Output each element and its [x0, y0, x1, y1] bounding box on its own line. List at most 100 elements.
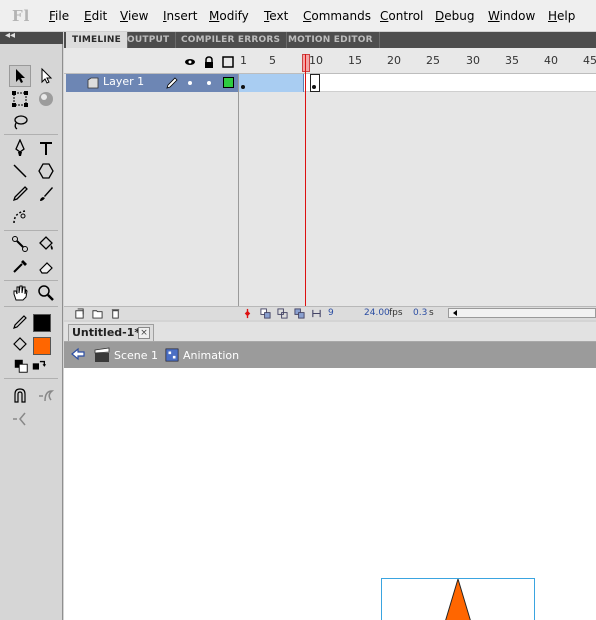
scroll-left-icon[interactable]	[451, 309, 459, 317]
stroke-color-tool[interactable]	[9, 311, 31, 333]
magnet-icon	[14, 388, 26, 403]
onion-skin-icon[interactable]	[260, 308, 271, 319]
transform-icon	[12, 91, 28, 107]
timeline-scrollbar[interactable]	[448, 308, 596, 318]
lock-dot[interactable]	[207, 81, 211, 85]
fill-color-tool[interactable]	[9, 334, 31, 356]
new-layer-icon[interactable]	[74, 308, 85, 319]
stroke-color-swatch[interactable]	[33, 314, 51, 332]
frame-rate-unit: fps	[389, 308, 403, 318]
hand-icon	[13, 285, 28, 301]
brush-tool[interactable]	[35, 183, 57, 205]
menu-window[interactable]: Window	[488, 9, 535, 23]
onion-skin-outlines-icon[interactable]	[277, 308, 288, 319]
outline-icon[interactable]	[222, 56, 234, 68]
edit-multiple-frames-icon[interactable]	[294, 308, 305, 319]
black-white-icon	[14, 359, 28, 373]
center-frame-icon[interactable]	[242, 308, 253, 319]
lasso-tool[interactable]	[9, 111, 31, 133]
paint-bucket-tool[interactable]	[35, 233, 57, 255]
black-white-tool[interactable]	[13, 358, 29, 374]
trash-icon[interactable]	[110, 308, 121, 319]
tools-panel-header[interactable]: ◂◂	[0, 30, 63, 44]
eraser-icon	[39, 262, 53, 274]
menu-file[interactable]: File	[49, 9, 69, 23]
subselection-tool[interactable]	[35, 65, 57, 87]
lasso-icon	[14, 115, 28, 130]
ruler-label: 10	[309, 54, 323, 67]
polystar-tool[interactable]	[35, 160, 57, 182]
deco-icon	[13, 210, 26, 224]
selected-symbol-bounds[interactable]	[381, 578, 535, 620]
playhead-line	[305, 54, 306, 318]
menu-edit[interactable]: Edit	[84, 9, 107, 23]
frame-rate[interactable]: 24.00	[364, 308, 390, 318]
current-frame[interactable]: 9	[328, 308, 334, 318]
text-t-icon	[40, 142, 52, 155]
bone-tool[interactable]	[9, 233, 31, 255]
tool-separator	[4, 280, 58, 281]
close-document-icon[interactable]: ×	[138, 327, 150, 339]
menu-help[interactable]: Help	[548, 9, 575, 23]
pencil-tool[interactable]	[9, 183, 31, 205]
straighten-tool[interactable]	[9, 408, 31, 430]
paint-bucket-icon	[39, 236, 53, 250]
smooth-tool[interactable]	[35, 385, 57, 407]
eraser-tool[interactable]	[35, 256, 57, 278]
free-transform-tool[interactable]	[9, 88, 31, 110]
ruler-label: 15	[348, 54, 362, 67]
3d-rotation-tool[interactable]	[35, 88, 57, 110]
collapse-icon[interactable]: ◂◂	[5, 30, 15, 41]
zoom-tool[interactable]	[35, 282, 57, 304]
lock-icon[interactable]	[203, 56, 215, 68]
back-arrow-icon[interactable]	[70, 346, 86, 362]
new-folder-icon[interactable]	[92, 308, 103, 319]
line-tool[interactable]	[9, 160, 31, 182]
layer-icon	[87, 77, 99, 89]
tab-output[interactable]: OUTPUT	[121, 32, 177, 48]
menu-debug[interactable]: Debug	[435, 9, 474, 23]
outline-color-box[interactable]	[223, 77, 234, 88]
ruler-label: 45	[583, 54, 596, 67]
bone-icon	[12, 236, 28, 252]
selection-tool[interactable]	[9, 65, 31, 87]
eye-icon[interactable]	[184, 56, 196, 68]
elapsed-time[interactable]: 0.3	[413, 308, 427, 318]
snap-to-objects-tool[interactable]	[9, 385, 31, 407]
modify-markers-icon[interactable]	[311, 308, 322, 319]
ruler-label: 35	[505, 54, 519, 67]
fill-color-swatch[interactable]	[33, 337, 51, 355]
smooth-icon	[39, 390, 55, 402]
layer-row[interactable]: Layer 1	[66, 74, 238, 92]
menu-view[interactable]: View	[120, 9, 148, 23]
breadcrumb-symbol[interactable]: Animation	[165, 346, 239, 364]
layer-frame-divider	[238, 74, 239, 306]
playhead-handle[interactable]	[302, 54, 310, 72]
menu-insert[interactable]: Insert	[163, 9, 197, 23]
pen-tool[interactable]	[9, 137, 31, 159]
deco-tool[interactable]	[9, 206, 31, 228]
hand-tool[interactable]	[9, 282, 31, 304]
document-title: Untitled-1*	[72, 326, 141, 339]
frame-span-selected[interactable]	[239, 74, 304, 92]
visibility-dot[interactable]	[188, 81, 192, 85]
tab-timeline[interactable]: TIMELINE	[66, 32, 128, 48]
menu-text[interactable]: Text	[264, 9, 288, 23]
timeline-body	[64, 74, 596, 306]
tools-panel: ◂◂	[0, 30, 63, 620]
eyedropper-tool[interactable]	[9, 256, 31, 278]
orange-triangle-shape[interactable]	[382, 579, 534, 620]
menu-modify[interactable]: Modify	[209, 9, 249, 23]
tab-compiler-errors[interactable]: COMPILER ERRORS	[175, 32, 288, 48]
swap-colors-tool[interactable]	[31, 358, 47, 374]
fill-bucket-icon	[13, 337, 27, 351]
menu-control[interactable]: Control	[380, 9, 423, 23]
tab-motion-editor[interactable]: MOTION EDITOR	[282, 32, 380, 48]
document-tab[interactable]: Untitled-1* ×	[68, 324, 154, 341]
elapsed-time-unit: s	[429, 308, 434, 318]
breadcrumb-scene[interactable]: Scene 1	[94, 346, 158, 364]
polygon-icon	[38, 163, 54, 179]
keyframe-block[interactable]	[310, 74, 320, 92]
text-tool[interactable]	[35, 137, 57, 159]
menu-commands[interactable]: Commands	[303, 9, 371, 23]
